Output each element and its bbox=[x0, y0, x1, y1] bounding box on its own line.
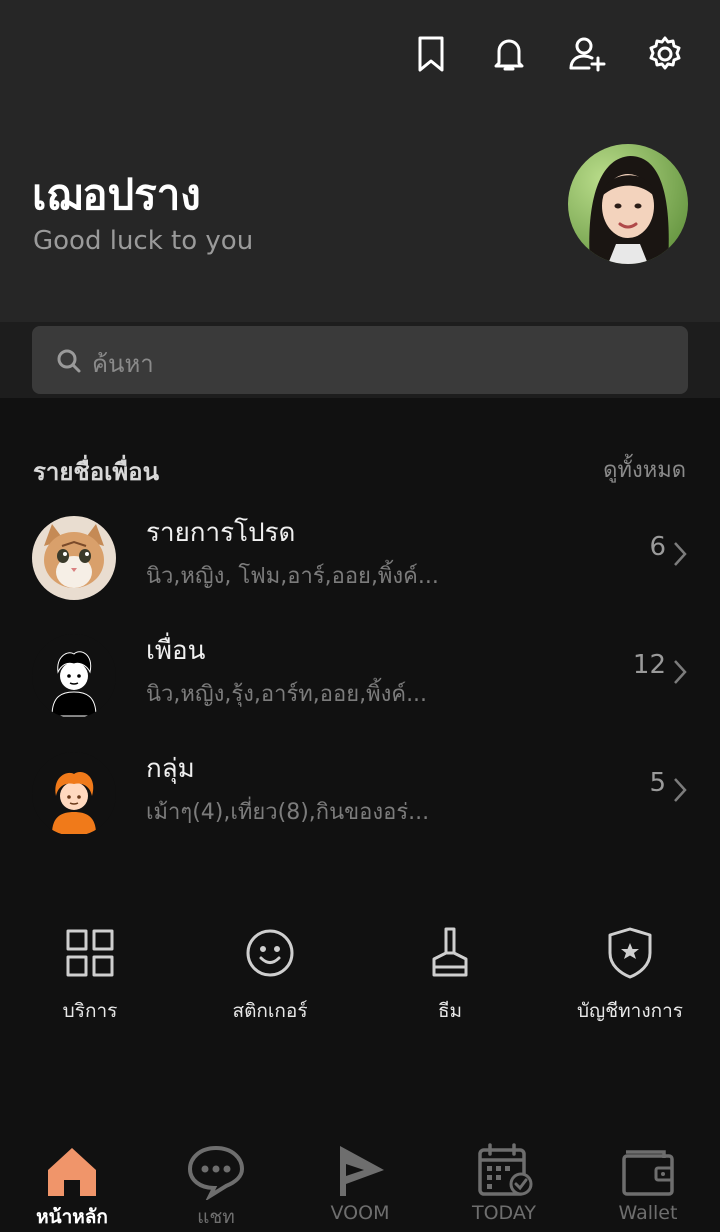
friend-group-title: เพื่อน bbox=[146, 636, 206, 666]
service-item-stickers[interactable]: สติกเกอร์ bbox=[180, 922, 360, 1026]
smiley-icon bbox=[242, 922, 298, 984]
profile-status-message[interactable]: Good luck to you bbox=[33, 226, 253, 256]
search-icon bbox=[56, 348, 82, 374]
profile-header: เฌอปราง Good luck to you bbox=[0, 0, 720, 322]
friend-group-members: เม้าๆ(4),เที่ยว(8),กินของอร่... bbox=[146, 800, 430, 825]
friend-group-groups[interactable]: กลุ่ม เม้าๆ(4),เที่ยว(8),กินของอร่... 5 bbox=[0, 740, 720, 850]
friend-group-friends[interactable]: เพื่อน นิว,หญิง,รุ้ง,อาร์ท,ออย,พิ้งค์...… bbox=[0, 622, 720, 732]
profile-name[interactable]: เฌอปราง bbox=[32, 162, 201, 228]
see-all-link[interactable]: ดูทั้งหมด bbox=[603, 452, 686, 487]
nav-today[interactable]: TODAY bbox=[432, 1142, 576, 1224]
friend-group-count: 6 bbox=[649, 532, 666, 562]
service-label: สติกเกอร์ bbox=[232, 1000, 308, 1022]
services-row: บริการ สติกเกอร์ ธีม บัญชีทางการ bbox=[0, 922, 720, 1032]
grid-icon bbox=[62, 922, 118, 984]
bookmark-icon[interactable] bbox=[410, 32, 452, 76]
profile-avatar[interactable] bbox=[568, 144, 688, 264]
chat-icon bbox=[184, 1142, 248, 1200]
gear-icon[interactable] bbox=[644, 32, 686, 76]
friend-group-title: กลุ่ม bbox=[146, 754, 195, 784]
nav-voom[interactable]: VOOM bbox=[288, 1142, 432, 1224]
friend-group-favorites[interactable]: รายการโปรด นิว,หญิง, โฟม,อาร์,ออย,พิ้งค์… bbox=[0, 504, 720, 614]
shield-star-icon bbox=[602, 922, 658, 984]
bottom-navigation: หน้าหลัก แชท VOOM TODAY Wallet bbox=[0, 1132, 720, 1232]
nav-wallet[interactable]: Wallet bbox=[576, 1142, 720, 1224]
nav-label: แชท bbox=[197, 1206, 235, 1228]
search-placeholder: ค้นหา bbox=[92, 350, 154, 378]
cat-avatar bbox=[32, 516, 116, 600]
bell-icon[interactable] bbox=[488, 32, 530, 76]
nav-label: Wallet bbox=[618, 1202, 678, 1224]
service-label: บัญชีทางการ bbox=[577, 1000, 683, 1022]
search-section: ค้นหา bbox=[0, 322, 720, 398]
service-item-official-accounts[interactable]: บัญชีทางการ bbox=[540, 922, 720, 1026]
friend-group-title: รายการโปรด bbox=[146, 518, 296, 548]
friend-group-members: นิว,หญิง, โฟม,อาร์,ออย,พิ้งค์... bbox=[146, 564, 439, 589]
friends-section-title: รายชื่อเพื่อน bbox=[33, 458, 159, 486]
service-label: ธีม bbox=[437, 1000, 463, 1022]
chevron-right-icon bbox=[672, 658, 688, 686]
service-item-themes[interactable]: ธีม bbox=[360, 922, 540, 1026]
friend-group-count: 5 bbox=[649, 768, 666, 798]
nav-label: หน้าหลัก bbox=[36, 1206, 108, 1228]
search-input[interactable]: ค้นหา bbox=[32, 326, 688, 394]
chevron-right-icon bbox=[672, 540, 688, 568]
nav-home[interactable]: หน้าหลัก bbox=[0, 1142, 144, 1232]
brush-icon bbox=[422, 922, 478, 984]
friend-group-count: 12 bbox=[632, 650, 666, 680]
chevron-right-icon bbox=[672, 776, 688, 804]
group-avatar bbox=[32, 752, 116, 836]
friend-group-members: นิว,หญิง,รุ้ง,อาร์ท,ออย,พิ้งค์... bbox=[146, 682, 428, 707]
service-label: บริการ bbox=[62, 1000, 118, 1022]
home-icon bbox=[40, 1142, 104, 1200]
service-item-services[interactable]: บริการ bbox=[0, 922, 180, 1026]
wallet-icon bbox=[616, 1142, 680, 1200]
header-toolbar bbox=[410, 32, 686, 76]
add-friend-icon[interactable] bbox=[566, 32, 608, 76]
nav-label: TODAY bbox=[472, 1202, 536, 1224]
voom-icon bbox=[328, 1142, 392, 1200]
calendar-icon bbox=[472, 1142, 536, 1200]
nav-label: VOOM bbox=[330, 1202, 390, 1224]
person-avatar bbox=[32, 634, 116, 718]
nav-chat[interactable]: แชท bbox=[144, 1142, 288, 1232]
